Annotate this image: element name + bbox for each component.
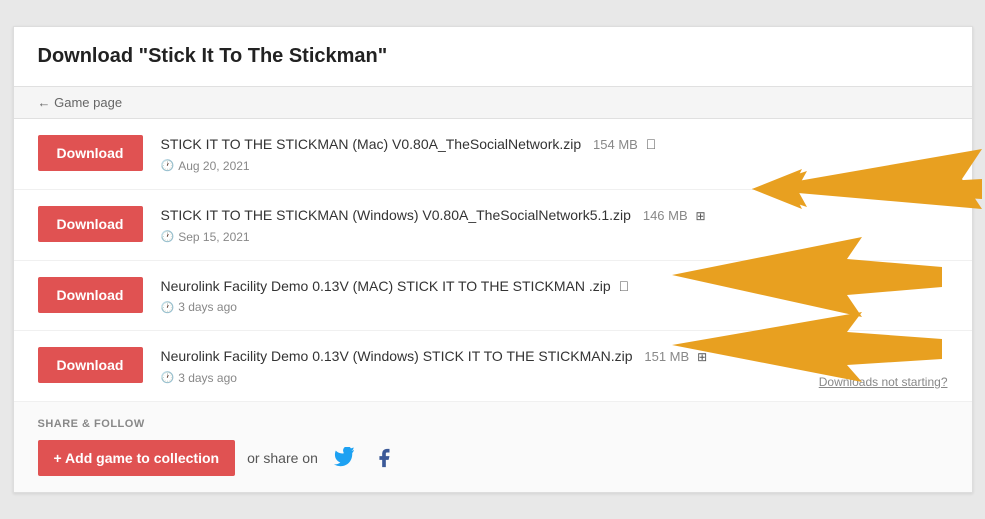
clock-icon-1: 🕐 xyxy=(161,159,175,172)
table-row: Download STICK IT TO THE STICKMAN (Windo… xyxy=(14,190,972,261)
main-container: Download "Stick It To The Stickman" ← Ga… xyxy=(13,26,973,492)
page-title: Download "Stick It To The Stickman" xyxy=(38,45,948,68)
filesize-2: 146 MB xyxy=(643,208,688,223)
share-label: SHARE & FOLLOW xyxy=(38,418,948,430)
facebook-icon[interactable] xyxy=(370,444,398,472)
clock-icon-3: 🕐 xyxy=(161,301,175,314)
filesize-4: 151 MB xyxy=(644,349,689,364)
download-button-3[interactable]: Download xyxy=(38,277,143,313)
mac-icon-1:  xyxy=(646,136,657,152)
download-button-4[interactable]: Download xyxy=(38,347,143,383)
table-row: Download STICK IT TO THE STICKMAN (Mac) … xyxy=(14,119,972,190)
page-header: Download "Stick It To The Stickman" xyxy=(14,27,972,87)
downloads-not-starting-link[interactable]: Downloads not starting? xyxy=(819,375,948,389)
file-info-2: STICK IT TO THE STICKMAN (Windows) V0.80… xyxy=(161,206,948,244)
download-button-2[interactable]: Download xyxy=(38,206,143,242)
share-section: SHARE & FOLLOW + Add game to collection … xyxy=(14,402,972,492)
file-info-1: STICK IT TO THE STICKMAN (Mac) V0.80A_Th… xyxy=(161,135,948,173)
clock-icon-4: 🕐 xyxy=(161,371,175,384)
share-actions: + Add game to collection or share on xyxy=(38,440,948,476)
windows-icon-2: ⊞ xyxy=(696,209,706,223)
file-info-3: Neurolink Facility Demo 0.13V (MAC) STIC… xyxy=(161,277,948,315)
table-row: Download Neurolink Facility Demo 0.13V (… xyxy=(14,331,972,402)
filename-2: STICK IT TO THE STICKMAN (Windows) V0.80… xyxy=(161,206,948,226)
mac-icon-3:  xyxy=(619,278,630,294)
windows-icon-4: ⊞ xyxy=(697,350,707,364)
twitter-icon[interactable] xyxy=(330,444,358,472)
clock-icon-2: 🕐 xyxy=(161,230,175,243)
back-link[interactable]: ← Game page xyxy=(38,95,123,110)
filename-3: Neurolink Facility Demo 0.13V (MAC) STIC… xyxy=(161,277,948,297)
filedate-1: 🕐 Aug 20, 2021 xyxy=(161,159,948,173)
filedate-2: 🕐 Sep 15, 2021 xyxy=(161,230,948,244)
table-row: Download Neurolink Facility Demo 0.13V (… xyxy=(14,261,972,332)
filesize-1: 154 MB xyxy=(593,137,638,152)
add-collection-button[interactable]: + Add game to collection xyxy=(38,440,236,476)
filedate-3: 🕐 3 days ago xyxy=(161,300,948,314)
downloads-list: Download STICK IT TO THE STICKMAN (Mac) … xyxy=(14,119,972,401)
or-share-text: or share on xyxy=(247,450,318,466)
nav-bar: ← Game page xyxy=(14,87,972,119)
filename-4: Neurolink Facility Demo 0.13V (Windows) … xyxy=(161,347,948,367)
filename-1: STICK IT TO THE STICKMAN (Mac) V0.80A_Th… xyxy=(161,135,948,155)
download-button-1[interactable]: Download xyxy=(38,135,143,171)
